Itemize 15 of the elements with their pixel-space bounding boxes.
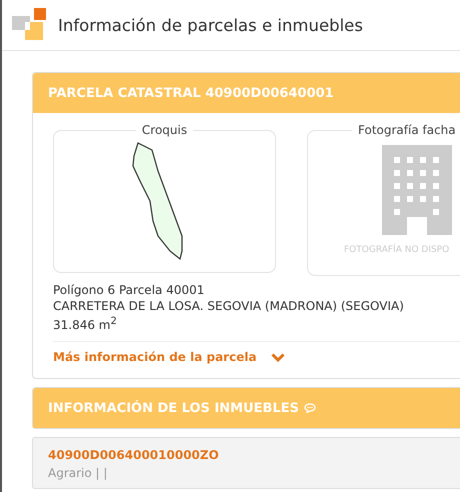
building-icon <box>382 145 452 235</box>
speech-bubble-icon <box>304 403 316 413</box>
parcel-info-line: CARRETERA DE LA LOSA. SEGOVIA (MADRONA) (SEGOVIA) <box>53 298 405 314</box>
parcel-info-line: 31.846 m$^{2}$ <box>53 315 118 333</box>
more-info-link[interactable]: Más información de la parcela <box>53 342 285 378</box>
properties-heading: INFORMACIÓN DE LOS INMUEBLES <box>48 400 299 416</box>
logo-icon <box>12 8 46 42</box>
property-use: Agrario | | <box>48 466 108 480</box>
page-title: Información de parcelas e inmuebles <box>58 16 363 34</box>
parcel-heading: PARCELA CATASTRAL 40900D00640001 <box>48 86 334 100</box>
sketch-label: Croquis <box>140 123 188 137</box>
property-reference-link[interactable]: 40900D006400010000ZO <box>48 448 460 462</box>
parcel-info-line: Polígono 6 Parcela 40001 <box>53 282 206 298</box>
chevron-icon <box>270 352 285 362</box>
photo-label: Fotografía facha <box>357 123 457 137</box>
